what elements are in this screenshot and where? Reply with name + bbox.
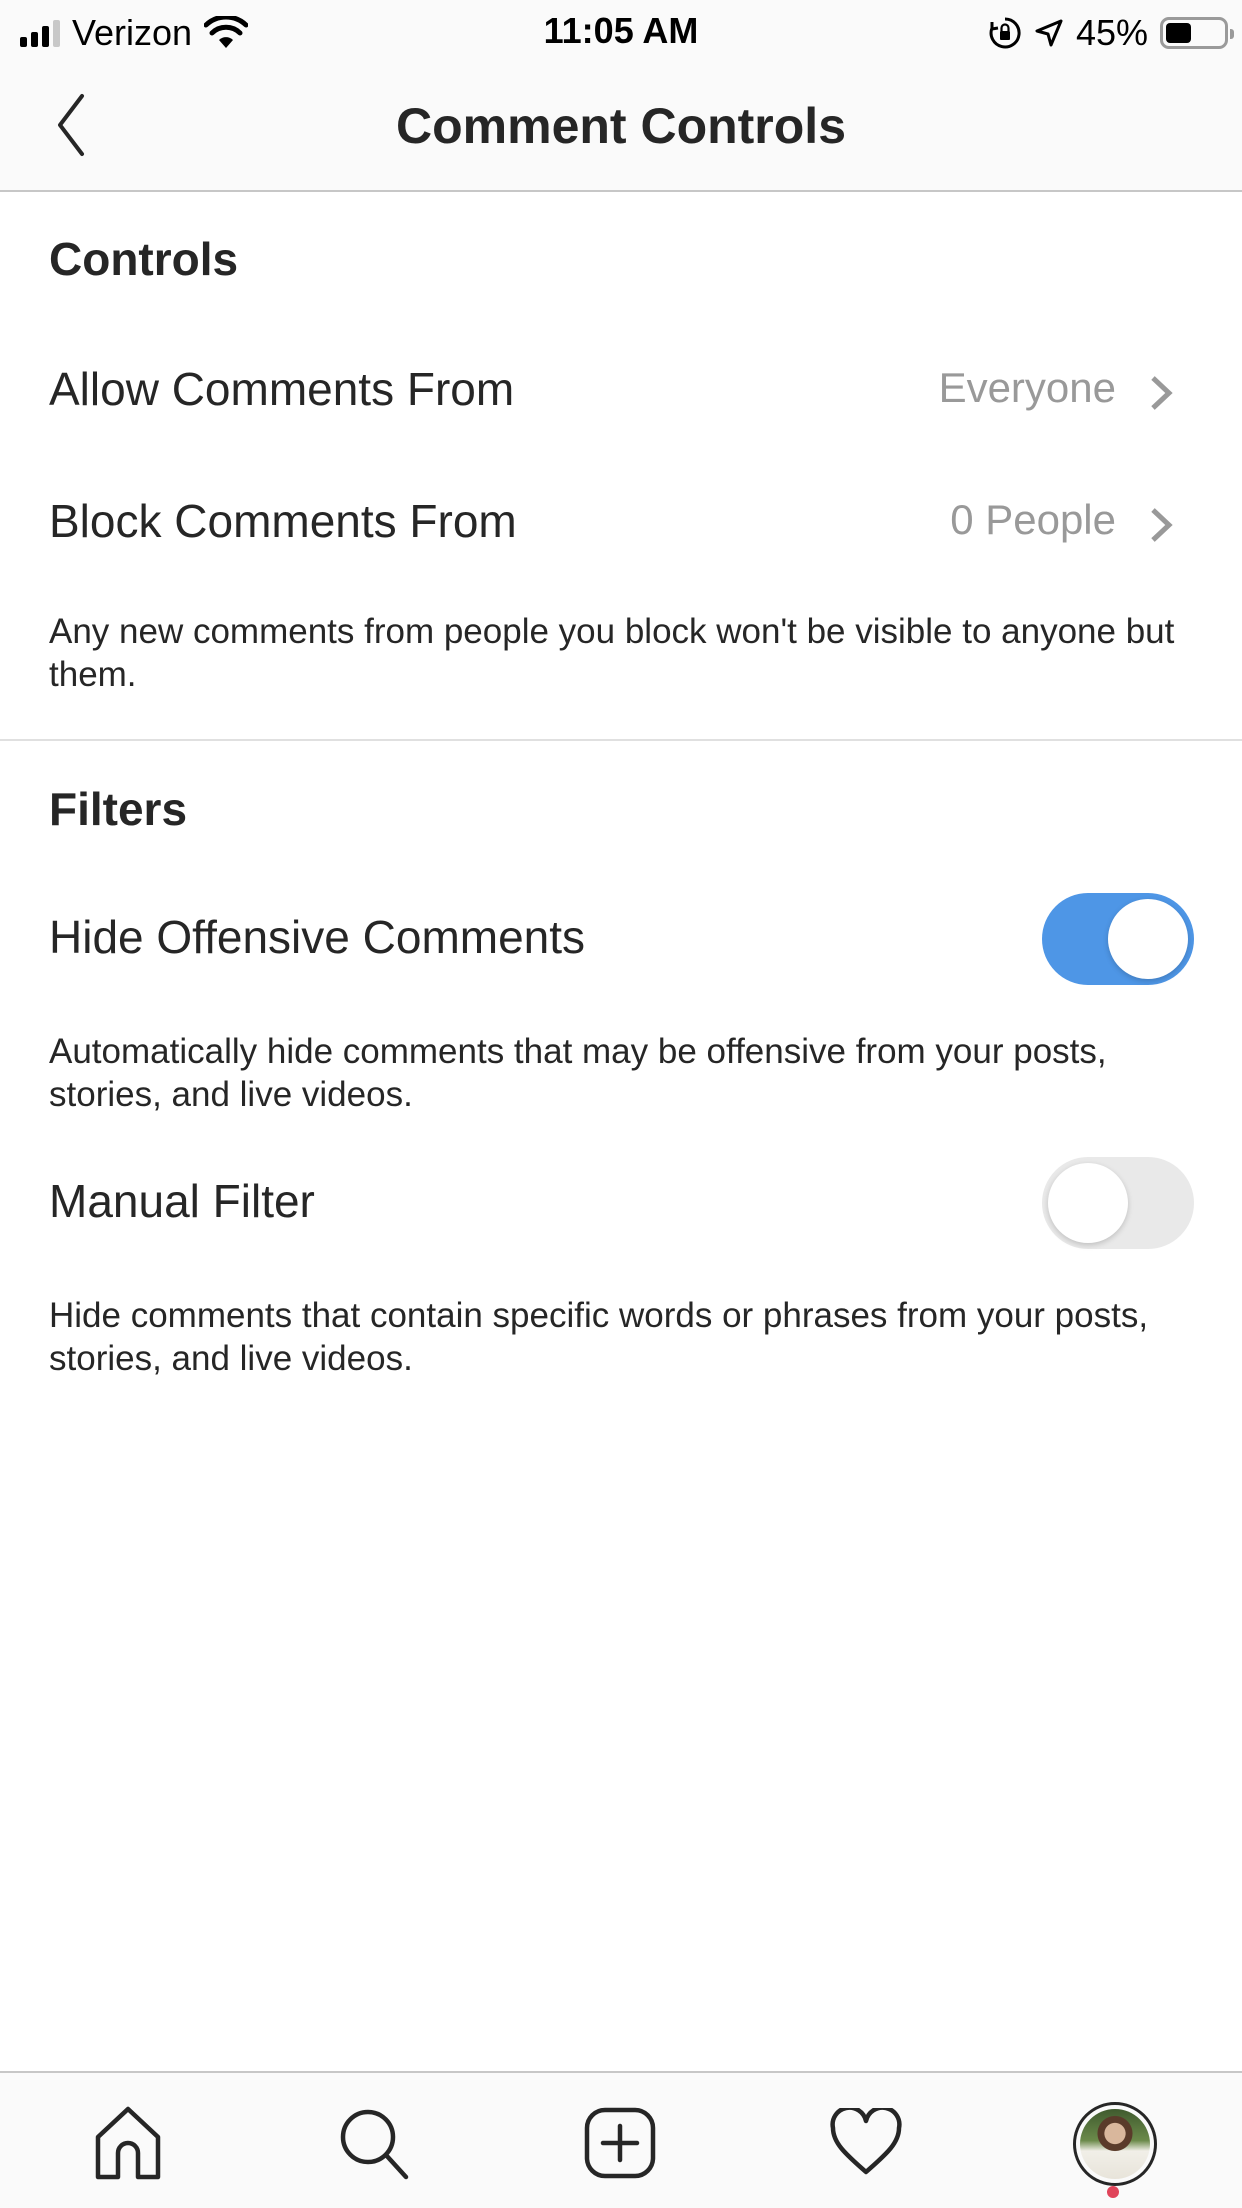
tab-new-post[interactable]: [580, 2103, 660, 2183]
hide-offensive-description: Automatically hide comments that may be …: [49, 1032, 1107, 1114]
page-title: Comment Controls: [396, 98, 846, 154]
battery-percent: 45%: [1075, 12, 1148, 53]
toggle-knob: [1048, 1163, 1128, 1243]
tab-activity[interactable]: [826, 2103, 906, 2183]
heart-icon: [830, 2108, 902, 2175]
battery-icon: [1160, 17, 1234, 49]
tab-search[interactable]: [334, 2103, 414, 2183]
tab-profile[interactable]: [1070, 2099, 1160, 2189]
tab-home[interactable]: [88, 2103, 168, 2183]
search-icon: [340, 2109, 409, 2180]
hide-offensive-comments-toggle[interactable]: [1042, 893, 1194, 985]
row-value: Everyone: [938, 364, 1116, 411]
row-value: 0 People: [950, 496, 1116, 543]
block-comments-from-row[interactable]: Block Comments From 0 People: [0, 462, 1242, 582]
row-label: Hide Offensive Comments: [49, 911, 586, 963]
status-bar: Verizon 11:05 AM 45%: [0, 0, 1242, 62]
row-label: Allow Comments From: [49, 363, 515, 415]
avatar-ring: [1073, 2102, 1157, 2186]
tab-bar: [0, 2071, 1242, 2208]
plus-square-icon: [584, 2107, 656, 2179]
allow-comments-from-row[interactable]: Allow Comments From Everyone: [0, 330, 1242, 450]
block-description: Any new comments from people you block w…: [49, 612, 1175, 694]
battery-fill: [1166, 23, 1192, 43]
orientation-lock-icon: [989, 17, 1021, 49]
section-divider: [0, 739, 1242, 741]
nav-header: Comment Controls: [0, 62, 1242, 192]
status-bar-right: 45%: [988, 12, 1234, 54]
chevron-right-icon: [1151, 376, 1173, 410]
avatar: [1080, 2109, 1150, 2179]
section-heading-filters: Filters: [49, 783, 188, 835]
toggle-knob: [1108, 899, 1188, 979]
notification-dot: [1107, 2186, 1119, 2198]
manual-filter-toggle[interactable]: [1042, 1157, 1194, 1249]
home-icon: [95, 2106, 161, 2180]
manual-filter-description: Hide comments that contain specific word…: [49, 1296, 1149, 1378]
section-heading-controls: Controls: [49, 233, 239, 285]
location-icon: [1035, 19, 1063, 47]
chevron-right-icon: [1151, 508, 1173, 542]
row-label: Block Comments From: [49, 495, 517, 547]
row-label: Manual Filter: [49, 1175, 315, 1227]
